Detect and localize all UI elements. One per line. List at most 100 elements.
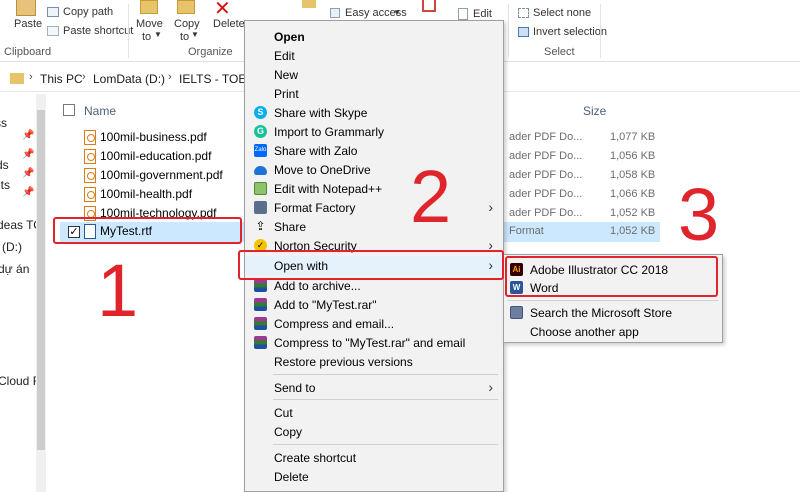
menu-item-restore[interactable]: Restore previous versions — [245, 352, 503, 371]
menu-item-onedrive[interactable]: Move to OneDrive — [245, 160, 503, 179]
menu-label: New — [274, 68, 299, 82]
menu-label: Compress to "MyTest.rar" and email — [274, 336, 466, 350]
invert-selection-button[interactable]: Invert selection — [533, 26, 607, 38]
nav-item[interactable]: nts — [0, 178, 10, 192]
organize-group-label: Organize — [188, 46, 233, 58]
menu-label: Edit with Notepad++ — [274, 182, 383, 196]
menu-label: Compress and email... — [274, 317, 395, 331]
annotation-box-file — [53, 217, 242, 244]
file-size: 1,058 KB — [610, 169, 656, 181]
menu-item-copy[interactable]: Copy — [245, 422, 503, 441]
menu-separator — [273, 374, 498, 375]
share-icon: ⇪ — [255, 219, 266, 233]
pin-icon: 📌 — [22, 187, 35, 198]
file-name: 100mil-education.pdf — [100, 149, 212, 163]
submenu-item-store[interactable]: Search the Microsoft Store — [504, 303, 722, 322]
move-to-icon — [140, 0, 158, 14]
menu-label: Create shortcut — [274, 451, 357, 465]
pdf-file-icon — [84, 168, 96, 183]
annotation-number-2: 2 — [410, 155, 452, 238]
pdf-file-icon — [84, 149, 96, 164]
winrar-icon — [254, 317, 267, 330]
invert-selection-icon — [518, 27, 529, 37]
select-none-button[interactable]: Select none — [533, 7, 591, 19]
file-type: ader PDF Do... — [509, 150, 583, 162]
chevron-right-icon: › — [488, 379, 493, 395]
nav-item-drive[interactable]: (D:) — [2, 240, 22, 254]
pin-icon: 📌 — [22, 130, 35, 141]
menu-item-add-rar[interactable]: Add to "MyTest.rar" — [245, 295, 503, 314]
delete-button[interactable]: Delete — [213, 18, 245, 30]
menu-item-grammarly[interactable]: G Import to Grammarly — [245, 122, 503, 141]
pdf-file-icon — [84, 187, 96, 202]
menu-separator — [508, 300, 718, 301]
ribbon-separator — [508, 4, 509, 58]
column-header-size[interactable]: Size — [583, 104, 606, 118]
chevron-down-icon: ▼ — [393, 8, 401, 17]
file-name: 100mil-health.pdf — [100, 187, 193, 201]
menu-label: Share with Skype — [274, 106, 368, 120]
pin-icon: 📌 — [22, 149, 35, 160]
copy-to-icon — [177, 0, 195, 14]
microsoft-store-icon — [510, 306, 523, 319]
scrollbar-thumb[interactable] — [37, 110, 45, 450]
menu-item-compress-email[interactable]: Compress and email... — [245, 314, 503, 333]
clipboard-group-label: Clipboard — [4, 46, 52, 58]
breadcrumb-this-pc[interactable]: This PC — [40, 72, 83, 86]
menu-label: Choose another app — [530, 325, 639, 339]
menu-label: Import to Grammarly — [274, 125, 385, 139]
menu-label: Format Factory — [274, 201, 356, 215]
select-none-icon — [518, 8, 529, 18]
paste-shortcut-button[interactable]: Paste shortcut — [63, 25, 133, 37]
chevron-down-icon: ▼ — [191, 30, 199, 39]
file-size: 1,052 KB — [610, 207, 656, 219]
menu-item-cut[interactable]: Cut — [245, 403, 503, 422]
paste-icon[interactable] — [16, 0, 36, 16]
menu-item-compress-rar-email[interactable]: Compress to "MyTest.rar" and email — [245, 333, 503, 352]
winrar-icon — [254, 279, 267, 292]
annotation-box-open-with — [238, 250, 504, 280]
submenu-item-choose-app[interactable]: Choose another app — [504, 322, 722, 341]
ribbon-separator — [128, 4, 129, 58]
menu-item-create-shortcut[interactable]: Create shortcut — [245, 448, 503, 467]
menu-item-new[interactable]: New — [245, 65, 503, 84]
nav-item[interactable]: dự án — [0, 262, 29, 276]
menu-item-send-to[interactable]: Send to › — [245, 378, 503, 397]
onedrive-icon — [254, 166, 267, 175]
paste-button[interactable]: Paste — [14, 18, 42, 30]
edit-button[interactable]: Edit — [473, 8, 492, 20]
menu-label: Share with Zalo — [274, 144, 358, 158]
winrar-icon — [254, 336, 267, 349]
winrar-icon — [254, 298, 267, 311]
copy-to-button[interactable]: Copy — [174, 18, 200, 30]
menu-item-open[interactable]: Open — [245, 27, 503, 46]
annotation-number-3: 3 — [678, 173, 720, 256]
menu-item-format-factory[interactable]: Format Factory › — [245, 198, 503, 217]
select-all-checkbox[interactable] — [63, 104, 75, 116]
menu-item-share-zalo[interactable]: Zalo Share with Zalo — [245, 141, 503, 160]
menu-item-share-skype[interactable]: S Share with Skype — [245, 103, 503, 122]
move-to-arrow-label[interactable]: to — [142, 31, 151, 43]
menu-item-print[interactable]: Print — [245, 84, 503, 103]
easy-access-icon — [330, 8, 340, 18]
menu-separator — [273, 399, 498, 400]
breadcrumb-drive[interactable]: LomData (D:) — [93, 72, 165, 86]
menu-label: Move to OneDrive — [274, 163, 371, 177]
menu-label: Copy — [274, 425, 303, 439]
menu-label: Delete — [274, 470, 309, 484]
grammarly-icon: G — [254, 125, 267, 138]
column-header-name[interactable]: Name — [84, 104, 116, 118]
move-to-button[interactable]: Move — [136, 18, 163, 30]
copy-to-arrow-label[interactable]: to — [180, 31, 189, 43]
menu-item-notepad[interactable]: Edit with Notepad++ — [245, 179, 503, 198]
menu-item-edit[interactable]: Edit — [245, 46, 503, 65]
copy-path-button[interactable]: Copy path — [63, 6, 113, 18]
menu-label: Cut — [274, 406, 293, 420]
file-type: ader PDF Do... — [509, 188, 583, 200]
nav-item[interactable]: ss — [0, 116, 7, 130]
menu-label: Open — [274, 30, 305, 44]
file-size: 1,066 KB — [610, 188, 656, 200]
menu-item-share[interactable]: ⇪ Share — [245, 217, 503, 236]
menu-item-delete[interactable]: Delete — [245, 467, 503, 486]
nav-item[interactable]: ds — [0, 158, 9, 172]
